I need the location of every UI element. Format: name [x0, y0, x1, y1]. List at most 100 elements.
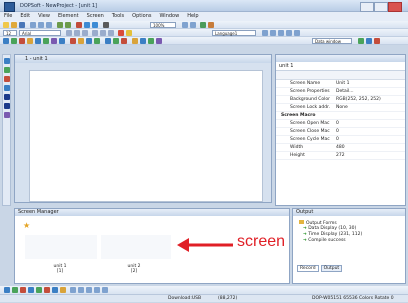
grid-icon[interactable] [200, 22, 206, 28]
tab-output[interactable]: Output [320, 265, 343, 272]
close-button[interactable] [388, 2, 402, 12]
paste-icon[interactable] [46, 22, 52, 28]
tool-icon[interactable] [94, 287, 100, 293]
undo-icon[interactable] [57, 22, 63, 28]
tool-icon[interactable] [36, 287, 42, 293]
font-size-select[interactable]: 12 [3, 30, 17, 36]
picture-tool-icon[interactable] [4, 112, 10, 118]
time-element-icon[interactable] [86, 38, 92, 44]
font-tool-icon[interactable] [4, 103, 10, 109]
zoom-out-icon[interactable] [190, 22, 196, 28]
tool-icon[interactable] [70, 287, 76, 293]
cut-icon[interactable] [30, 22, 36, 28]
screen-thumb-1[interactable] [25, 235, 97, 259]
italic-icon[interactable] [74, 30, 80, 36]
macro-icon[interactable] [140, 38, 146, 44]
sampling-element-icon[interactable] [113, 38, 119, 44]
text-tool-icon[interactable] [4, 94, 10, 100]
menu-help[interactable]: Help [183, 12, 202, 20]
property-row[interactable]: Screen Name Unit 1 [276, 80, 405, 88]
draw-text-icon[interactable] [294, 30, 300, 36]
tool-icon[interactable] [44, 287, 50, 293]
tool-icon[interactable] [20, 287, 26, 293]
compile-icon[interactable] [76, 22, 82, 28]
property-value[interactable]: Unit 1 [336, 80, 405, 87]
comm-icon[interactable] [156, 38, 162, 44]
menu-window[interactable]: Window [155, 12, 183, 20]
property-value[interactable]: 0 [336, 120, 405, 127]
property-row[interactable]: Screen Properties Detail... [276, 88, 405, 96]
property-value[interactable]: 272 [336, 152, 405, 159]
underline-icon[interactable] [82, 30, 88, 36]
copy-icon[interactable] [38, 22, 44, 28]
tool-icon[interactable] [78, 287, 84, 293]
tool-icon[interactable] [52, 287, 58, 293]
new-file-icon[interactable] [3, 22, 9, 28]
graphic-element-icon[interactable] [70, 38, 76, 44]
property-row[interactable]: Screen Macro [276, 112, 405, 120]
alarm-element-icon[interactable] [59, 38, 65, 44]
editor-tab[interactable]: 1 - unit 1 [15, 55, 271, 63]
property-value[interactable]: None [336, 104, 405, 111]
button-element-icon[interactable] [3, 38, 9, 44]
minimize-button[interactable] [360, 2, 374, 12]
screen-thumb-2[interactable] [101, 235, 171, 259]
property-row[interactable]: Screen Lock addr. None [276, 104, 405, 112]
trend-element-icon[interactable] [105, 38, 111, 44]
input-element-icon[interactable] [35, 38, 41, 44]
bold-icon[interactable] [66, 30, 72, 36]
property-row[interactable]: Width 480 [276, 144, 405, 152]
library-icon[interactable] [132, 38, 138, 44]
ungroup-icon[interactable] [374, 38, 380, 44]
object-select[interactable]: unit 1 [276, 62, 405, 71]
draw-line-icon[interactable] [262, 30, 268, 36]
menu-file[interactable]: File [0, 12, 16, 20]
date-element-icon[interactable] [94, 38, 100, 44]
zoom-in-icon[interactable] [182, 22, 188, 28]
meter-element-icon[interactable] [19, 38, 25, 44]
screen-canvas[interactable] [29, 70, 263, 202]
menu-view[interactable]: View [34, 12, 54, 20]
print-icon[interactable] [103, 22, 109, 28]
property-value[interactable]: 0 [336, 136, 405, 143]
simulation-icon[interactable] [92, 22, 98, 28]
circle-tool-icon[interactable] [4, 85, 10, 91]
line-tool-icon[interactable] [4, 67, 10, 73]
align-left-icon[interactable] [92, 30, 98, 36]
recipe-icon[interactable] [148, 38, 154, 44]
chart-element-icon[interactable] [51, 38, 57, 44]
maximize-button[interactable] [374, 2, 388, 12]
output-item-3[interactable]: ➜ Compile success [293, 238, 405, 244]
property-value[interactable]: RGB(252, 252, 252) [336, 96, 405, 103]
draw-circle-icon[interactable] [278, 30, 284, 36]
redo-icon[interactable] [65, 22, 71, 28]
menu-element[interactable]: Element [54, 12, 83, 20]
align-center-icon[interactable] [100, 30, 106, 36]
tool-icon[interactable] [60, 287, 66, 293]
fill-color-icon[interactable] [126, 30, 132, 36]
align-right-icon[interactable] [108, 30, 114, 36]
tool-icon[interactable] [28, 287, 34, 293]
menu-tools[interactable]: Tools [108, 12, 128, 20]
property-value[interactable]: 480 [336, 144, 405, 151]
lamp-element-icon[interactable] [11, 38, 17, 44]
keypad-element-icon[interactable] [78, 38, 84, 44]
display-element-icon[interactable] [43, 38, 49, 44]
zoom-select[interactable]: 100% [150, 22, 176, 28]
tab-record[interactable]: Record [297, 265, 319, 272]
property-row[interactable]: Background Color RGB(252, 252, 252) [276, 96, 405, 104]
group-icon[interactable] [366, 38, 372, 44]
menu-edit[interactable]: Edit [16, 12, 34, 20]
property-value[interactable]: 0 [336, 128, 405, 135]
download-icon[interactable] [84, 22, 90, 28]
select-tool-icon[interactable] [4, 58, 10, 64]
font-select[interactable]: Arial [19, 30, 61, 36]
tool-icon[interactable] [86, 287, 92, 293]
picture-element-icon[interactable] [121, 38, 127, 44]
open-folder-icon[interactable] [11, 22, 17, 28]
property-row[interactable]: Screen Close Mac 0 [276, 128, 405, 136]
draw-polygon-icon[interactable] [286, 30, 292, 36]
save-icon[interactable] [19, 22, 25, 28]
bar-element-icon[interactable] [27, 38, 33, 44]
property-value[interactable]: Detail... [336, 88, 405, 95]
